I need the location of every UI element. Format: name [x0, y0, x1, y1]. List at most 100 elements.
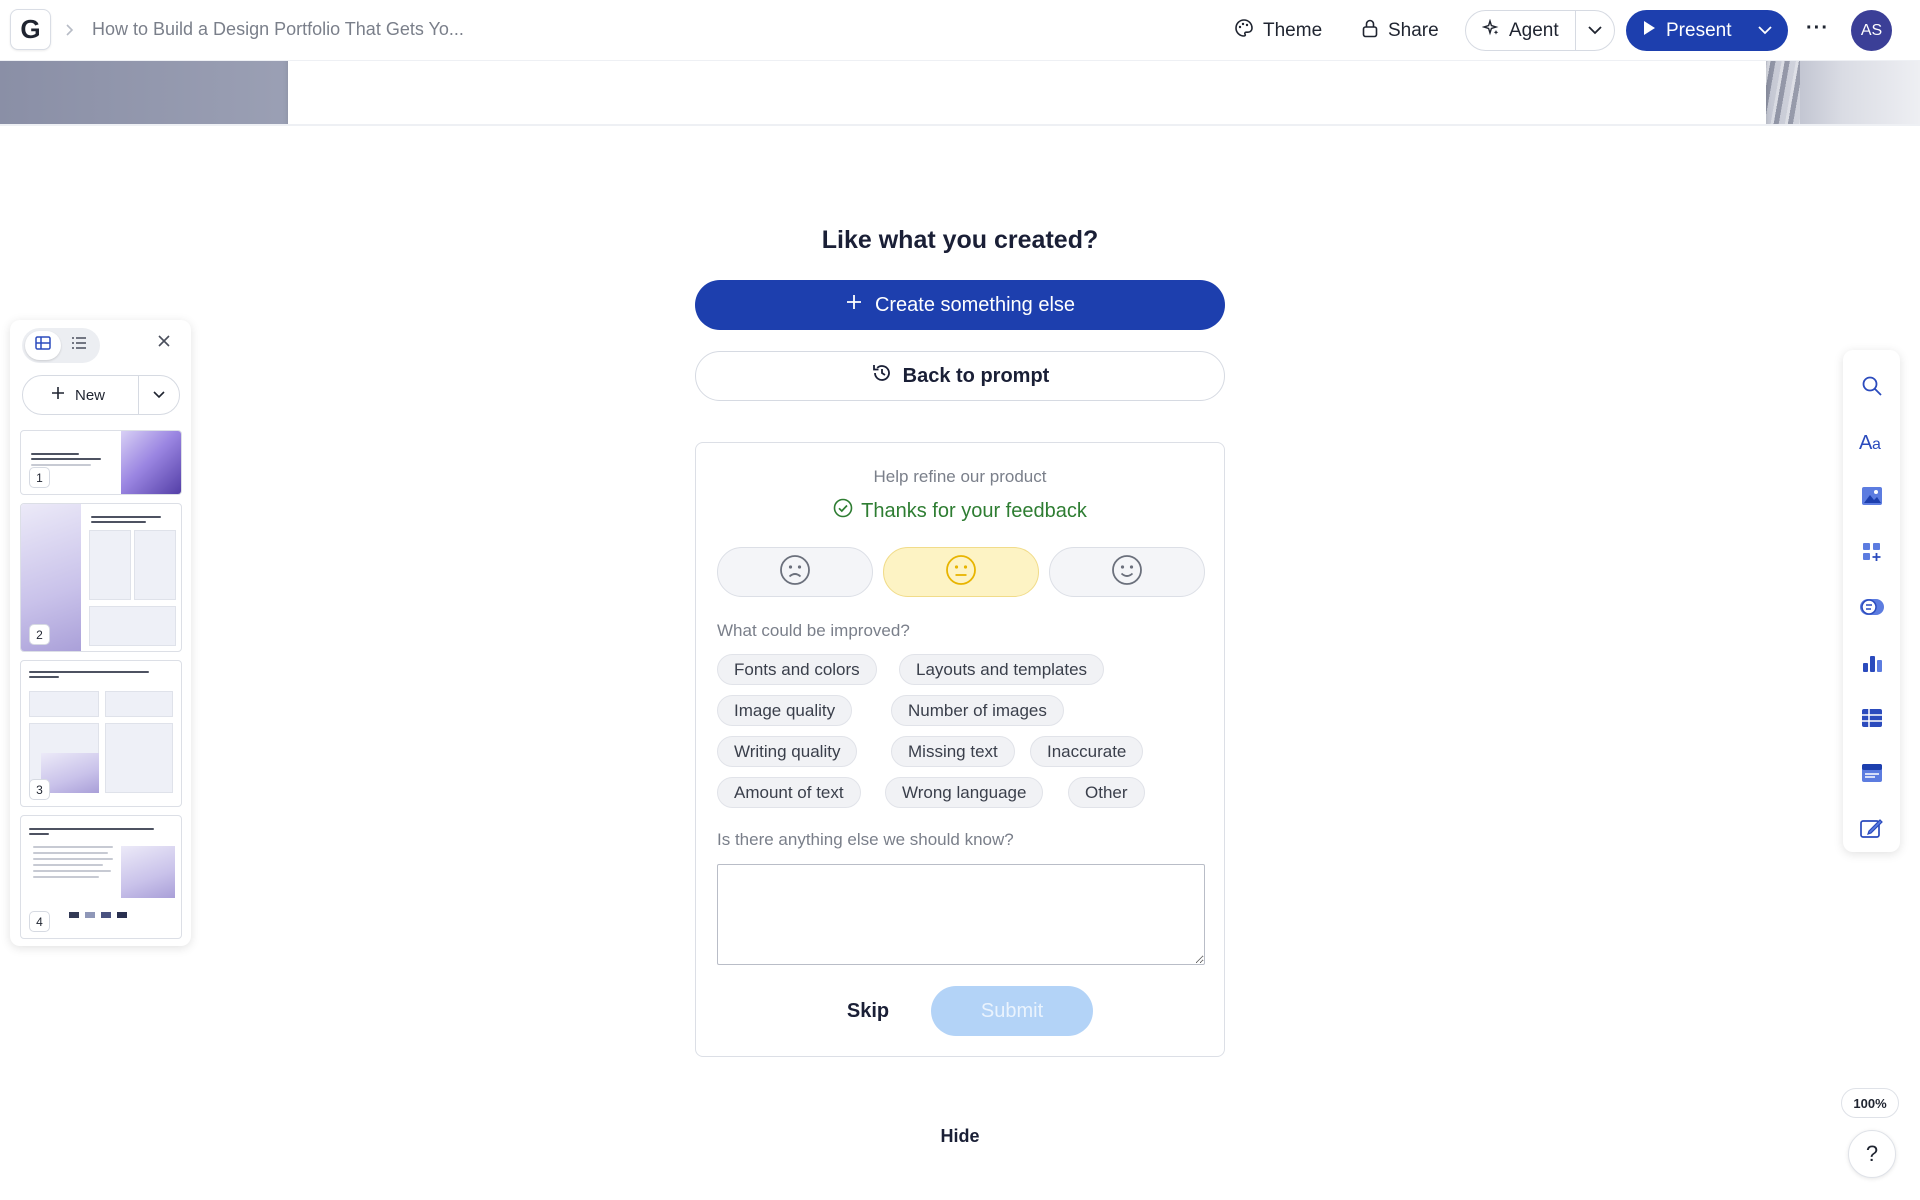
agent-button[interactable]: Agent — [1466, 11, 1576, 50]
skip-button[interactable]: Skip — [828, 986, 908, 1036]
rating-neutral-button[interactable] — [883, 547, 1039, 597]
tool-rail: Aa — [1843, 350, 1900, 852]
edit-icon[interactable] — [1843, 808, 1900, 848]
sparkle-icon — [1481, 18, 1500, 43]
create-something-else-button[interactable]: Create something else — [695, 280, 1225, 330]
back-label: Back to prompt — [902, 364, 1050, 387]
create-label: Create something else — [874, 293, 1076, 316]
back-to-prompt-button[interactable]: Back to prompt — [695, 351, 1225, 401]
image-icon[interactable] — [1843, 476, 1900, 516]
chip-amount-of-text[interactable]: Amount of text — [717, 777, 861, 808]
slide-number: 3 — [29, 779, 50, 800]
thumbnail-card — [105, 691, 173, 717]
view-toggle — [22, 328, 100, 363]
svg-text:A: A — [1859, 432, 1873, 452]
thumbnail-text-line — [91, 521, 146, 523]
slide-number: 4 — [29, 911, 50, 932]
chevron-down-icon — [1587, 22, 1603, 40]
sad-face-icon — [779, 554, 811, 591]
slides-panel: New 1 2 3 4 — [10, 320, 191, 946]
thumbnail-swatch — [101, 912, 111, 918]
share-button[interactable]: Share — [1351, 12, 1449, 50]
hide-button[interactable]: Hide — [900, 1126, 1020, 1147]
svg-text:a: a — [1872, 436, 1881, 452]
chevron-down-icon — [1757, 22, 1773, 40]
present-dropdown-button[interactable] — [1742, 10, 1788, 51]
slide-thumbnail[interactable]: 2 — [20, 503, 182, 652]
plus-icon — [845, 293, 863, 317]
layout-icon[interactable] — [1843, 753, 1900, 793]
feedback-thanks: Thanks for your feedback — [696, 498, 1224, 524]
thumbnail-card — [89, 606, 176, 646]
new-slide-button[interactable]: New — [23, 376, 139, 414]
thumbnail-swatch — [69, 912, 79, 918]
list-icon — [71, 336, 87, 355]
thumbnail-text-line — [29, 671, 149, 673]
thumbnail-card — [29, 691, 99, 717]
thumbnail-text-line — [33, 852, 108, 854]
chip-writing-quality[interactable]: Writing quality — [717, 736, 858, 767]
present-label: Present — [1666, 19, 1732, 41]
theme-button[interactable]: Theme — [1224, 12, 1332, 50]
new-slide-button-group: New — [22, 375, 180, 415]
close-icon[interactable] — [158, 334, 170, 352]
app-logo[interactable]: G — [10, 9, 51, 50]
thumbnail-text-line — [33, 858, 113, 860]
slide-number: 2 — [29, 624, 50, 645]
thumbnail-swatch — [85, 912, 95, 918]
thumbnail-text-line — [29, 833, 49, 835]
chip-number-of-images[interactable]: Number of images — [891, 695, 1064, 726]
present-button[interactable]: Present — [1626, 10, 1742, 51]
thumbnail-text-line — [33, 870, 111, 872]
more-info-question: Is there anything else we should know? — [717, 830, 1014, 849]
thumbnail-image — [121, 431, 181, 494]
help-button[interactable]: ? — [1848, 1130, 1896, 1178]
chevron-down-icon — [152, 386, 166, 404]
zoom-level[interactable]: 100% — [1841, 1088, 1899, 1118]
search-icon[interactable] — [1843, 366, 1900, 406]
rating-negative-button[interactable] — [717, 547, 873, 597]
thanks-label: Thanks for your feedback — [861, 499, 1087, 522]
document-title[interactable]: How to Build a Design Portfolio That Get… — [92, 19, 464, 40]
agent-label: Agent — [1509, 19, 1559, 41]
chip-missing-text[interactable]: Missing text — [891, 736, 1015, 767]
text-style-icon[interactable]: Aa — [1843, 421, 1900, 461]
play-icon — [1642, 20, 1656, 42]
more-options-icon[interactable]: ··· — [1806, 17, 1829, 40]
submit-button[interactable]: Submit — [931, 986, 1093, 1036]
chip-image-quality[interactable]: Image quality — [717, 695, 853, 726]
agent-dropdown-button[interactable] — [1576, 11, 1614, 50]
feedback-textarea[interactable] — [717, 864, 1205, 965]
chip-inaccurate[interactable]: Inaccurate — [1030, 736, 1144, 767]
share-label: Share — [1388, 20, 1439, 41]
slide-thumbnail[interactable]: 1 — [20, 430, 182, 495]
avatar[interactable]: AS — [1851, 10, 1892, 51]
thumbnail-text-line — [33, 876, 99, 878]
chip-fonts-and-colors[interactable]: Fonts and colors — [717, 654, 877, 685]
new-slide-dropdown[interactable] — [139, 386, 179, 404]
new-label: New — [75, 386, 106, 404]
chip-layouts-and-templates[interactable]: Layouts and templates — [899, 654, 1105, 685]
neutral-face-icon — [945, 554, 977, 591]
grid-view-button[interactable] — [25, 331, 61, 360]
slide-thumbnail[interactable]: 3 — [20, 660, 182, 807]
chip-other[interactable]: Other — [1068, 777, 1145, 808]
table-icon[interactable] — [1843, 698, 1900, 738]
theme-label: Theme — [1263, 20, 1323, 41]
present-button-group: Present — [1626, 10, 1788, 51]
thumbnail-text-line — [33, 846, 113, 848]
slide-thumbnail[interactable]: 4 — [20, 815, 182, 939]
chip-wrong-language[interactable]: Wrong language — [885, 777, 1044, 808]
toggle-icon[interactable] — [1843, 587, 1900, 627]
slide-card-edge — [288, 61, 1766, 124]
thumbnail-text-line — [29, 828, 154, 830]
thumbnail-text-line — [33, 864, 103, 866]
thumbnail-text-line — [91, 516, 161, 518]
chart-icon[interactable] — [1843, 643, 1900, 683]
thumbnail-card — [134, 530, 176, 600]
rating-positive-button[interactable] — [1049, 547, 1205, 597]
add-block-icon[interactable] — [1843, 532, 1900, 572]
lock-icon — [1361, 18, 1379, 44]
list-view-button[interactable] — [61, 331, 97, 360]
grid-icon — [35, 336, 51, 355]
